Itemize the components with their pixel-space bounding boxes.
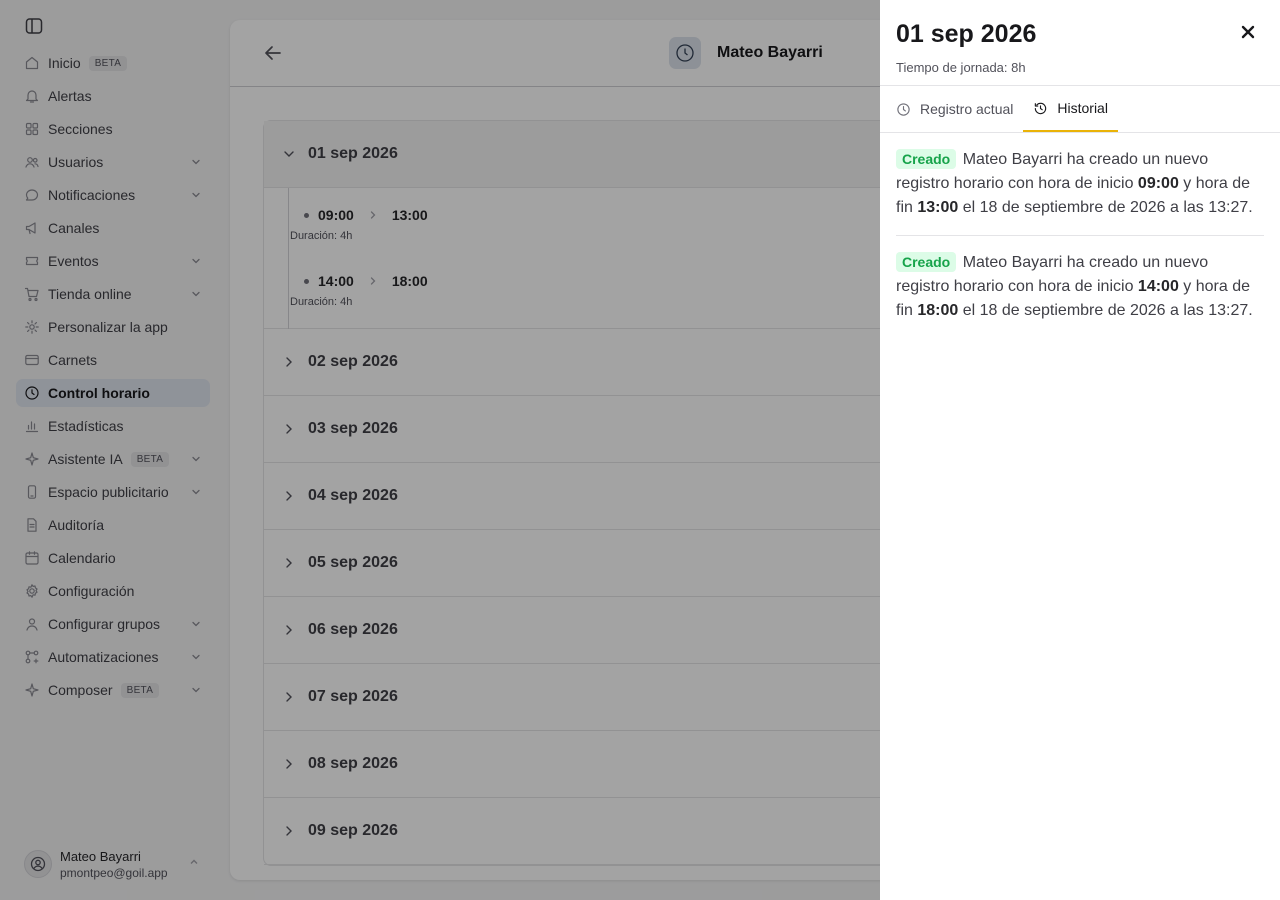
entry-text: el 18 de septiembre de 2026 a las 13:27.	[962, 302, 1253, 319]
tab-registro-actual[interactable]: Registro actual	[886, 86, 1023, 132]
entry-start-time: 09:00	[1137, 175, 1179, 192]
entry-text: el 18 de septiembre de 2026 a las 13:27.	[962, 199, 1253, 216]
tab-label: Registro actual	[920, 101, 1014, 117]
tab-historial[interactable]: Historial	[1023, 86, 1118, 132]
created-badge: Creado	[896, 252, 957, 272]
history-icon	[1033, 101, 1048, 116]
drawer-tabs: Registro actual Historial	[880, 85, 1280, 133]
created-badge: Creado	[896, 149, 957, 169]
entry-end-time: 13:00	[917, 199, 959, 216]
detail-drawer: 01 sep 2026 Tiempo de jornada: 8h Regist…	[880, 0, 1280, 900]
clock-icon	[896, 102, 911, 117]
close-icon[interactable]	[1240, 24, 1256, 40]
history-entry: Creado Mateo Bayarri ha creado un nuevo …	[896, 251, 1264, 338]
history-entry: Creado Mateo Bayarri ha creado un nuevo …	[896, 148, 1264, 236]
entry-end-time: 18:00	[917, 302, 959, 319]
entry-start-time: 14:00	[1137, 278, 1179, 295]
history-list: Creado Mateo Bayarri ha creado un nuevo …	[896, 148, 1264, 353]
drawer-subtitle: Tiempo de jornada: 8h	[896, 60, 1026, 75]
drawer-title: 01 sep 2026	[896, 20, 1037, 48]
tab-label: Historial	[1057, 100, 1108, 116]
